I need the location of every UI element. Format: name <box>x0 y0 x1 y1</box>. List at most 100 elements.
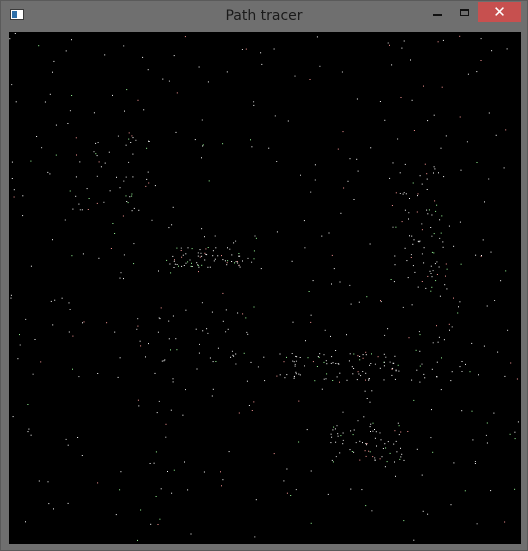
noise-pixel <box>441 215 443 217</box>
noise-pixel <box>431 286 433 288</box>
noise-pixel <box>445 135 447 137</box>
noise-pixel <box>138 209 140 211</box>
noise-pixel <box>410 257 412 258</box>
noise-pixel <box>341 71 343 73</box>
noise-pixel <box>68 331 70 333</box>
noise-pixel <box>305 340 306 342</box>
noise-pixel <box>390 279 392 280</box>
noise-pixel <box>19 344 21 346</box>
noise-pixel <box>404 163 406 165</box>
noise-pixel <box>201 157 202 159</box>
noise-pixel <box>165 436 167 438</box>
noise-pixel <box>201 228 203 230</box>
noise-pixel <box>342 432 344 434</box>
noise-pixel <box>446 268 448 270</box>
noise-pixel <box>55 154 57 156</box>
noise-pixel <box>276 161 278 162</box>
noise-pixel <box>172 378 174 380</box>
noise-pixel <box>310 191 312 193</box>
noise-pixel <box>221 255 222 257</box>
noise-pixel <box>394 378 396 380</box>
noise-pixel <box>411 379 413 381</box>
noise-pixel <box>53 508 54 510</box>
noise-pixel <box>229 248 231 250</box>
noise-pixel <box>366 444 367 446</box>
noise-pixel <box>308 291 310 292</box>
noise-pixel <box>506 48 508 50</box>
noise-pixel <box>419 381 421 383</box>
noise-pixel <box>44 101 46 103</box>
noise-pixel <box>413 239 415 241</box>
noise-pixel <box>430 273 432 274</box>
noise-pixel <box>197 255 199 257</box>
noise-pixel <box>374 429 375 430</box>
close-icon: ✕ <box>493 3 506 21</box>
noise-pixel <box>159 318 161 320</box>
noise-pixel <box>295 373 297 375</box>
noise-pixel <box>11 84 13 86</box>
noise-pixel <box>95 153 97 155</box>
noise-pixel <box>10 297 12 299</box>
noise-pixel <box>227 328 229 330</box>
noise-pixel <box>490 251 492 253</box>
noise-pixel <box>504 375 506 377</box>
title-bar[interactable]: Path tracer ✕ <box>1 1 527 31</box>
noise-pixel <box>360 375 362 377</box>
noise-pixel <box>69 190 71 192</box>
noise-pixel <box>263 356 265 358</box>
noise-pixel <box>204 236 205 238</box>
noise-pixel <box>306 429 308 431</box>
noise-pixel <box>173 267 175 268</box>
noise-pixel <box>110 248 112 249</box>
noise-pixel <box>389 44 390 46</box>
noise-pixel <box>418 331 420 333</box>
noise-pixel <box>222 259 224 261</box>
noise-pixel <box>369 364 371 366</box>
noise-pixel <box>379 458 381 460</box>
noise-pixel <box>242 260 243 262</box>
noise-pixel <box>299 374 301 376</box>
noise-pixel <box>182 414 184 416</box>
noise-pixel <box>370 423 372 425</box>
noise-pixel <box>431 214 433 216</box>
maximize-button[interactable] <box>450 2 478 22</box>
noise-pixel <box>332 429 334 431</box>
noise-pixel <box>238 253 240 254</box>
noise-pixel <box>342 131 344 133</box>
noise-pixel <box>385 356 387 358</box>
noise-pixel <box>331 459 333 461</box>
noise-pixel <box>212 250 214 252</box>
noise-pixel <box>172 206 174 208</box>
noise-pixel <box>228 451 230 453</box>
noise-pixel <box>349 158 351 160</box>
noise-pixel <box>183 265 185 266</box>
noise-pixel <box>482 239 484 241</box>
noise-pixel <box>239 255 241 257</box>
noise-pixel <box>421 363 423 365</box>
noise-pixel <box>202 145 204 147</box>
close-button[interactable]: ✕ <box>478 2 521 22</box>
noise-pixel <box>276 231 278 233</box>
noise-pixel <box>427 275 429 277</box>
noise-pixel <box>123 278 124 280</box>
noise-pixel <box>131 193 133 195</box>
noise-pixel <box>176 92 178 94</box>
noise-pixel <box>30 160 32 162</box>
noise-pixel <box>421 223 423 225</box>
minimize-button[interactable] <box>424 2 450 22</box>
noise-pixel <box>264 380 266 382</box>
render-area[interactable] <box>9 32 521 544</box>
noise-pixel <box>437 41 439 43</box>
noise-pixel <box>319 353 321 355</box>
noise-pixel <box>166 259 168 261</box>
noise-pixel <box>11 161 13 163</box>
noise-pixel <box>292 360 294 362</box>
noise-pixel <box>379 367 381 369</box>
noise-pixel <box>40 361 42 363</box>
noise-pixel <box>161 360 163 362</box>
noise-pixel <box>38 45 40 47</box>
noise-pixel <box>247 333 249 335</box>
noise-pixel <box>357 355 359 357</box>
noise-pixel <box>397 138 399 140</box>
noise-pixel <box>298 400 300 402</box>
